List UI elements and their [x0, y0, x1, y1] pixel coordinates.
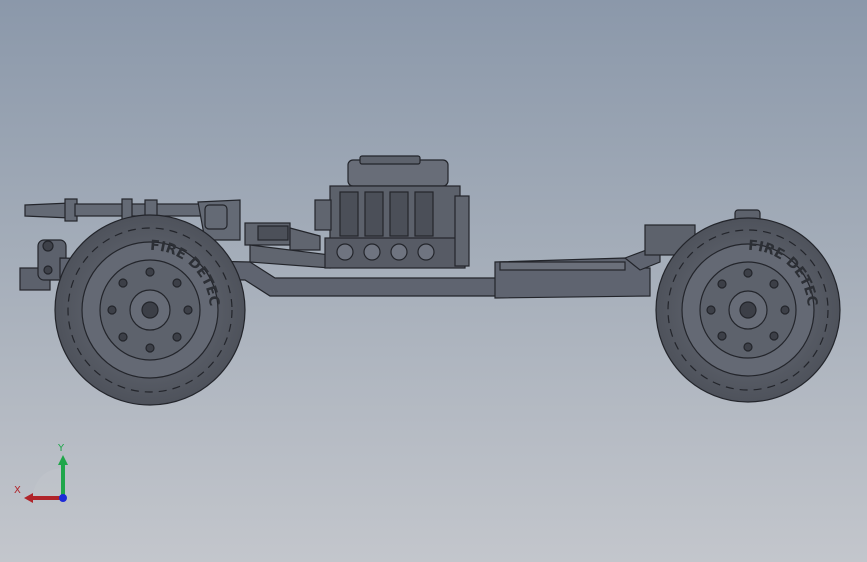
- triad-y-label: Y: [58, 443, 65, 454]
- engine-block: [314, 155, 470, 269]
- triad-x-label: X: [14, 485, 21, 496]
- triad-icon: [24, 455, 68, 503]
- graphics-viewport[interactable]: FIRE DETECT FIRE DETECT: [0, 0, 867, 562]
- coordinate-triad: [10, 438, 80, 508]
- chassis-model[interactable]: FIRE DETECT FIRE DETECT: [0, 0, 867, 562]
